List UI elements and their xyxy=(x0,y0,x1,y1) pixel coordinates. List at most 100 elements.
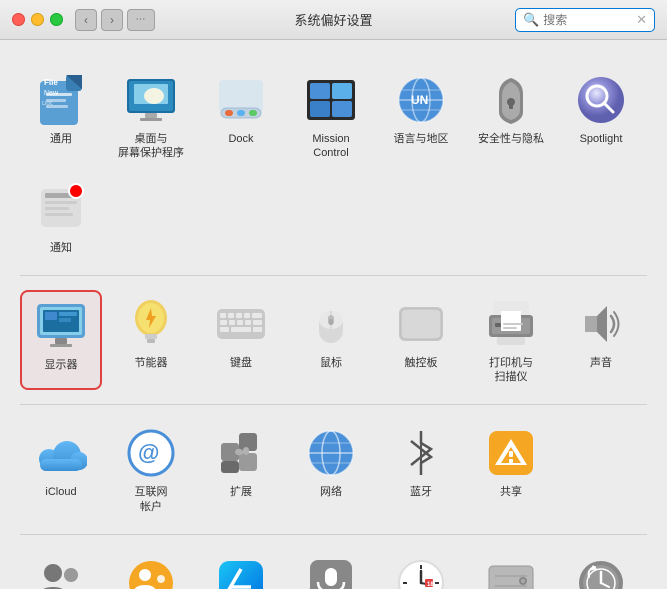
trackpad-label: 触控板 xyxy=(405,356,438,370)
sound-label: 声音 xyxy=(590,356,612,370)
notification-icon xyxy=(35,183,87,235)
pref-general[interactable]: File New Doc 通用 xyxy=(20,66,102,167)
general-label: 通用 xyxy=(50,132,72,146)
section-personal: File New Doc 通用 桌面与 屏幕保护程序 xyxy=(20,56,647,271)
timemachine-icon xyxy=(575,557,627,589)
desktop-icon xyxy=(125,74,177,126)
energy-label: 节能器 xyxy=(135,356,168,370)
bluetooth-icon xyxy=(395,427,447,479)
dock-label: Dock xyxy=(228,132,253,146)
pref-datetime[interactable]: 18 日期与时间 xyxy=(380,549,462,589)
general-icon: File New Doc xyxy=(35,74,87,126)
pref-spotlight[interactable]: Spotlight xyxy=(560,66,642,167)
mouse-label: 鼠标 xyxy=(320,356,342,370)
window-title: 系统偏好设置 xyxy=(294,10,372,29)
pref-energy[interactable]: 节能器 xyxy=(110,290,192,391)
back-button[interactable]: ‹ xyxy=(75,9,97,31)
pref-parental[interactable]: 家长控制 xyxy=(110,549,192,589)
pref-security[interactable]: 安全性与隐私 xyxy=(470,66,552,167)
network-icon xyxy=(305,427,357,479)
internet-label: 互联网 帐户 xyxy=(135,485,168,514)
icloud-label: iCloud xyxy=(45,485,76,499)
pref-sharing[interactable]: 共享 xyxy=(470,419,552,520)
desktop-label: 桌面与 屏幕保护程序 xyxy=(118,132,184,161)
divider-2 xyxy=(20,404,647,405)
svg-text:@: @ xyxy=(138,440,159,465)
pref-mouse[interactable]: 鼠标 xyxy=(290,290,372,391)
svg-text:18: 18 xyxy=(427,582,434,588)
pref-language[interactable]: UN 语言与地区 xyxy=(380,66,462,167)
grid-button[interactable]: ⋯ xyxy=(127,9,155,31)
search-icon: 🔍 xyxy=(523,12,539,28)
users-icon xyxy=(35,557,87,589)
mission-label: Mission Control xyxy=(312,132,349,161)
svg-text:UN: UN xyxy=(411,93,428,107)
security-icon xyxy=(485,74,537,126)
bluetooth-label: 蓝牙 xyxy=(410,485,432,499)
notification-label: 通知 xyxy=(50,241,72,255)
svg-text:File: File xyxy=(44,78,58,87)
pref-network[interactable]: 网络 xyxy=(290,419,372,520)
nav-buttons: ‹ › xyxy=(75,9,123,31)
sharing-label: 共享 xyxy=(500,485,522,499)
search-input[interactable] xyxy=(543,13,632,27)
pref-timemachine[interactable]: Time Machine xyxy=(560,549,642,589)
security-label: 安全性与隐私 xyxy=(478,132,544,146)
pref-printer[interactable]: 打印机与 扫描仪 xyxy=(470,290,552,391)
icloud-icon xyxy=(35,427,87,479)
language-icon: UN xyxy=(395,74,447,126)
close-button[interactable] xyxy=(12,13,25,26)
keyboard-label: 键盘 xyxy=(230,356,252,370)
pref-keyboard[interactable]: 键盘 xyxy=(200,290,282,391)
startup-icon xyxy=(485,557,537,589)
section-hardware: 显示器 节能器 xyxy=(20,280,647,401)
sharing-icon xyxy=(485,427,537,479)
extensions-icon xyxy=(215,427,267,479)
dictation-icon xyxy=(305,557,357,589)
svg-text:Doc: Doc xyxy=(42,101,53,107)
datetime-icon: 18 xyxy=(395,557,447,589)
pref-notification[interactable]: 通知 xyxy=(20,175,102,261)
search-bar: 🔍 ✕ xyxy=(515,8,655,32)
dock-icon xyxy=(215,74,267,126)
pref-dock[interactable]: Dock xyxy=(200,66,282,167)
maximize-button[interactable] xyxy=(50,13,63,26)
trackpad-icon xyxy=(395,298,447,350)
sound-icon xyxy=(575,298,627,350)
divider-1 xyxy=(20,275,647,276)
spotlight-icon xyxy=(575,74,627,126)
printer-icon xyxy=(485,298,537,350)
spotlight-label: Spotlight xyxy=(580,132,623,146)
svg-text:New: New xyxy=(44,90,59,97)
section-system: 用户与群组 家长控制 xyxy=(20,539,647,589)
keyboard-icon xyxy=(215,298,267,350)
pref-dictation[interactable]: 听写与语音 xyxy=(290,549,372,589)
pref-desktop[interactable]: 桌面与 屏幕保护程序 xyxy=(110,66,192,167)
printer-label: 打印机与 扫描仪 xyxy=(489,356,533,385)
pref-trackpad[interactable]: 触控板 xyxy=(380,290,462,391)
pref-appstore[interactable]: App Store xyxy=(200,549,282,589)
network-label: 网络 xyxy=(320,485,342,499)
pref-users[interactable]: 用户与群组 xyxy=(20,549,102,589)
mission-icon xyxy=(305,74,357,126)
pref-icloud[interactable]: iCloud xyxy=(20,419,102,520)
pref-mission[interactable]: Mission Control xyxy=(290,66,372,167)
preferences-content: File New Doc 通用 桌面与 屏幕保护程序 xyxy=(0,40,667,589)
search-clear-icon[interactable]: ✕ xyxy=(636,12,647,28)
display-icon xyxy=(35,300,87,352)
pref-bluetooth[interactable]: 蓝牙 xyxy=(380,419,462,520)
traffic-lights xyxy=(12,13,63,26)
divider-3 xyxy=(20,534,647,535)
pref-internet[interactable]: @ 互联网 帐户 xyxy=(110,419,192,520)
appstore-icon xyxy=(215,557,267,589)
section-internet: iCloud @ 互联网 帐户 xyxy=(20,409,647,530)
pref-extensions[interactable]: 扩展 xyxy=(200,419,282,520)
parental-icon xyxy=(125,557,177,589)
pref-sound[interactable]: 声音 xyxy=(560,290,642,391)
minimize-button[interactable] xyxy=(31,13,44,26)
forward-button[interactable]: › xyxy=(101,9,123,31)
pref-startup[interactable]: 启动磁盘 xyxy=(470,549,552,589)
energy-icon xyxy=(125,298,177,350)
pref-display[interactable]: 显示器 xyxy=(20,290,102,391)
mouse-icon xyxy=(305,298,357,350)
